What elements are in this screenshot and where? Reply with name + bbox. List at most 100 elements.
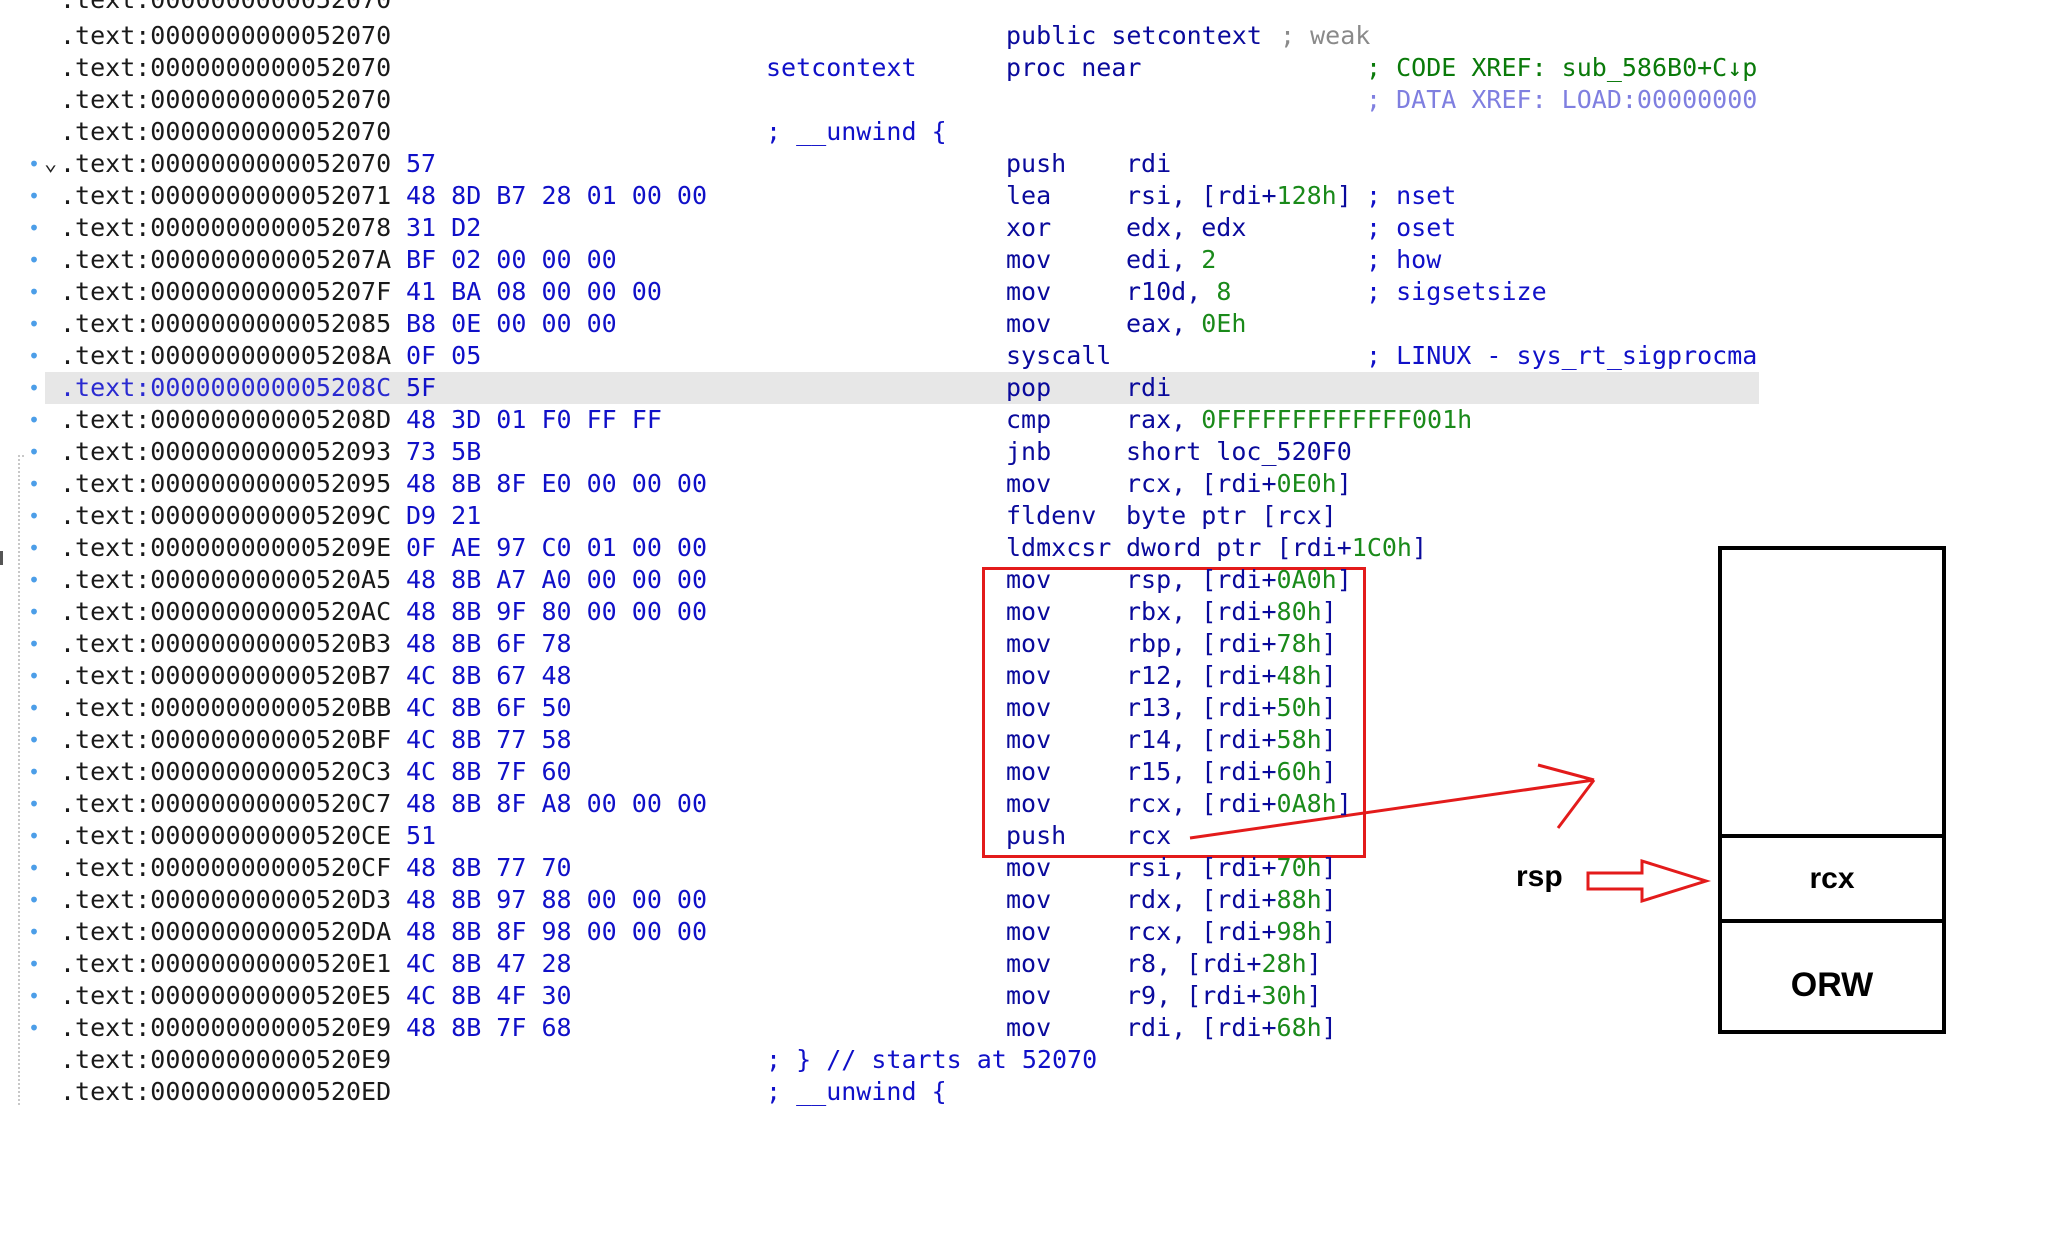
operands: eax, 0Eh — [1126, 309, 1247, 338]
stack-slot-orw: ORW — [1790, 966, 1874, 1004]
address: .text:00000000000520CE — [60, 821, 392, 850]
address: .text:000000000005208A — [60, 341, 392, 370]
breakpoint-dot-icon[interactable]: • — [28, 532, 40, 564]
opcode-bytes: 4C 8B 77 58 — [406, 725, 572, 754]
operands: rsi, [rdi+128h] — [1126, 181, 1352, 210]
address: .text:00000000000520B7 — [60, 661, 392, 690]
mnemonic: jnb — [1006, 437, 1052, 466]
operands: rbx, [rdi+80h] — [1126, 597, 1337, 626]
mnemonic: mov — [1006, 981, 1052, 1010]
collapse-chevron-icon[interactable]: ⌄ — [44, 148, 57, 180]
address: .text:000000000005209E — [60, 533, 392, 562]
address: .text:00000000000520AC — [60, 597, 392, 626]
mnemonic: lea — [1006, 181, 1052, 210]
breakpoint-dot-icon[interactable]: • — [28, 852, 40, 884]
mnemonic: mov — [1006, 629, 1052, 658]
mnemonic: mov — [1006, 469, 1052, 498]
breakpoint-dot-icon[interactable]: • — [28, 724, 40, 756]
breakpoint-dot-icon[interactable]: • — [28, 596, 40, 628]
mnemonic: mov — [1006, 661, 1052, 690]
mnemonic: mov — [1006, 309, 1052, 338]
breakpoint-dot-icon[interactable]: • — [28, 308, 40, 340]
address: .text:000000000005207F — [60, 277, 392, 306]
opcode-bytes: 31 D2 — [406, 213, 482, 242]
comment: ; nset — [1366, 181, 1457, 210]
address: .text:00000000000520ED — [60, 1077, 392, 1106]
operands: rbp, [rdi+78h] — [1126, 629, 1337, 658]
breakpoint-dot-icon[interactable]: • — [28, 820, 40, 852]
address: .text:00000000000520DA — [60, 917, 392, 946]
operands: rsi, [rdi+70h] — [1126, 853, 1337, 882]
operands: r9, [rdi+30h] — [1126, 981, 1322, 1010]
mnemonic: syscall — [1006, 341, 1112, 370]
comment: ; sigsetsize — [1366, 277, 1547, 306]
breakpoint-dot-icon[interactable]: • — [28, 180, 40, 212]
mnemonic: mov — [1006, 693, 1052, 722]
address: .text:00000000000520CF — [60, 853, 392, 882]
breakpoint-dot-icon[interactable]: • — [28, 916, 40, 948]
breakpoint-dot-icon[interactable]: • — [28, 564, 40, 596]
operands: edi, 2 — [1126, 245, 1217, 274]
opcode-bytes: 48 8B 7F 68 — [406, 1013, 572, 1042]
operands: rsp, [rdi+0A0h] — [1126, 565, 1352, 594]
breakpoint-dot-icon[interactable]: • — [28, 372, 40, 404]
opcode-bytes: 48 8B 97 88 00 00 00 — [406, 885, 708, 914]
operands: rcx, [rdi+0E0h] — [1126, 469, 1352, 498]
breakpoint-dot-icon[interactable]: • — [28, 500, 40, 532]
function-label[interactable]: setcontext — [766, 52, 917, 84]
breakpoint-dot-icon[interactable]: • — [28, 628, 40, 660]
address: .text:00000000000520E9 — [60, 1045, 392, 1074]
operands: r15, [rdi+60h] — [1126, 757, 1337, 786]
code-line[interactable]: .text:0000000000052070 setcontext proc n… — [0, 52, 1760, 84]
xref-comment[interactable]: ; CODE XREF: sub_586B0+C↓p — [1366, 52, 1757, 84]
opcode-bytes: B8 0E 00 00 00 — [406, 309, 617, 338]
breakpoint-dot-icon[interactable]: • — [28, 980, 40, 1012]
stack-divider — [1722, 919, 1942, 923]
address: .text:00000000000520C3 — [60, 757, 392, 786]
address: .text:00000000000520D3 — [60, 885, 392, 914]
address: .text:00000000000520E9 — [60, 1013, 392, 1042]
breakpoint-dot-icon[interactable]: • — [28, 660, 40, 692]
breakpoint-dot-icon[interactable]: • — [28, 788, 40, 820]
opcode-bytes: 51 — [406, 821, 437, 850]
breakpoint-dot-icon[interactable]: • — [28, 340, 40, 372]
breakpoint-dot-icon[interactable]: • — [28, 948, 40, 980]
breakpoint-dot-icon[interactable]: • — [28, 212, 40, 244]
breakpoint-dot-icon[interactable]: • — [28, 148, 40, 180]
rsp-label: rsp — [1516, 860, 1563, 893]
address: .text:0000000000052093 — [60, 437, 392, 466]
address: .text:000000000005208C — [60, 373, 392, 402]
operands: dword ptr [rdi+1C0h] — [1126, 533, 1428, 562]
mnemonic: xor — [1006, 213, 1052, 242]
mnemonic: mov — [1006, 565, 1052, 594]
address: .text:0000000000052070 — [60, 21, 392, 50]
xref-comment[interactable]: ; DATA XREF: LOAD:00000000 — [1366, 84, 1757, 116]
operands: rdi — [1126, 149, 1172, 178]
breakpoint-dot-icon[interactable]: • — [28, 276, 40, 308]
mnemonic: fldenv — [1006, 501, 1097, 530]
opcode-bytes: 48 8B 8F 98 00 00 00 — [406, 917, 708, 946]
breakpoint-dot-icon[interactable]: • — [28, 244, 40, 276]
breakpoint-dot-icon[interactable]: • — [28, 436, 40, 468]
mnemonic: push — [1006, 821, 1067, 850]
opcode-bytes: 0F 05 — [406, 341, 482, 370]
opcode-bytes: 0F AE 97 C0 01 00 00 — [406, 533, 708, 562]
opcode-bytes: 48 8D B7 28 01 00 00 — [406, 181, 708, 210]
mnemonic: mov — [1006, 725, 1052, 754]
opcode-bytes: 48 8B A7 A0 00 00 00 — [406, 565, 708, 594]
jump-target[interactable]: short loc_520F0 — [1126, 436, 1352, 468]
mnemonic: mov — [1006, 597, 1052, 626]
breakpoint-dot-icon[interactable]: • — [28, 404, 40, 436]
breakpoint-dot-icon[interactable]: • — [28, 692, 40, 724]
address: .text:00000000000520A5 — [60, 565, 392, 594]
opcode-bytes: 4C 8B 47 28 — [406, 949, 572, 978]
operands: rcx, [rdi+0A8h] — [1126, 789, 1352, 818]
operands: r8, [rdi+28h] — [1126, 949, 1322, 978]
breakpoint-dot-icon[interactable]: • — [28, 1012, 40, 1044]
address: .text:00000000000520BF — [60, 725, 392, 754]
address: .text:0000000000052070 — [60, 149, 392, 178]
breakpoint-dot-icon[interactable]: • — [28, 468, 40, 500]
address: .text:0000000000052070 — [60, 85, 392, 114]
breakpoint-dot-icon[interactable]: • — [28, 884, 40, 916]
breakpoint-dot-icon[interactable]: • — [28, 756, 40, 788]
